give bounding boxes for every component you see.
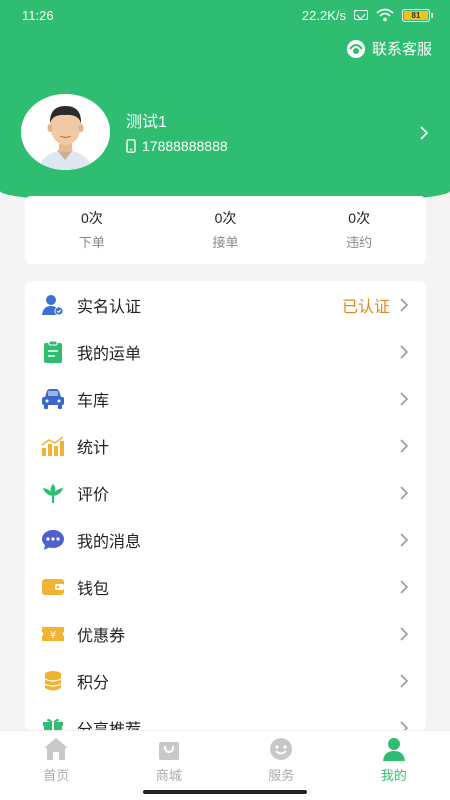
- menu-list: 实名认证 已认证 我的运单 车库 统计 评价 我的消息 钱包 ¥ 优惠券 积分 …: [25, 281, 426, 731]
- tab-label: 我的: [380, 768, 407, 783]
- status-bar: 11:26 22.2K/s 81: [0, 0, 450, 30]
- chevron-right-icon: [400, 532, 408, 547]
- chevron-right-icon: [400, 579, 408, 594]
- customer-service-label: 联系客服: [371, 41, 432, 58]
- phone-number: 17888888888: [142, 138, 228, 154]
- chevron-right-icon: [400, 720, 408, 731]
- svg-text:¥: ¥: [50, 630, 56, 641]
- stat-violations[interactable]: 0次 违约: [292, 196, 426, 264]
- profile-chevron-icon[interactable]: [420, 126, 429, 145]
- car-icon: [41, 387, 65, 411]
- stat-label: 接单: [212, 235, 239, 250]
- shopping-bag-icon: [158, 742, 179, 760]
- stat-label: 下单: [78, 235, 105, 250]
- chart-icon: [41, 434, 65, 458]
- menu-label: 实名认证: [77, 298, 142, 316]
- network-speed: 22.2K/s: [301, 7, 346, 23]
- menu-item-statistics[interactable]: 统计: [25, 422, 426, 469]
- lotus-icon: [41, 481, 65, 505]
- home-indicator[interactable]: [143, 790, 307, 794]
- stat-value: 0次: [348, 210, 371, 226]
- menu-item-share[interactable]: 分享推荐: [25, 704, 426, 731]
- menu-item-coupons[interactable]: ¥ 优惠券: [25, 610, 426, 657]
- menu-item-wallet[interactable]: 钱包: [25, 563, 426, 610]
- status-indicators: 22.2K/s 81: [301, 7, 433, 23]
- tab-home[interactable]: 首页: [0, 731, 113, 800]
- smile-icon: [270, 738, 293, 760]
- home-icon: [44, 738, 69, 760]
- menu-label: 钱包: [77, 580, 110, 598]
- tab-label: 商城: [155, 768, 182, 783]
- menu-label: 我的消息: [77, 533, 142, 551]
- menu-label: 优惠券: [77, 627, 126, 645]
- clipboard-icon: [41, 340, 65, 364]
- battery-level: 81: [411, 10, 421, 20]
- menu-label: 积分: [77, 674, 110, 692]
- chevron-right-icon: [400, 485, 408, 500]
- phone-icon: [126, 139, 136, 153]
- stat-orders[interactable]: 0次 下单: [25, 196, 159, 264]
- menu-item-my-waybills[interactable]: 我的运单: [25, 328, 426, 375]
- menu-label: 分享推荐: [77, 721, 142, 732]
- coins-icon: [41, 669, 65, 693]
- tab-label: 首页: [43, 768, 70, 783]
- chevron-right-icon: [400, 297, 408, 312]
- verified-status: 已认证: [341, 298, 390, 316]
- customer-service-icon: [346, 39, 365, 58]
- avatar[interactable]: [21, 94, 110, 170]
- wifi-icon: [376, 8, 394, 22]
- stats-card: 0次 下单 0次 接单 0次 违约: [25, 196, 426, 264]
- user-phone: 17888888888: [126, 138, 228, 154]
- user-name: 测试1: [126, 114, 167, 131]
- stat-label: 违约: [346, 235, 373, 250]
- battery-icon: 81: [402, 8, 433, 22]
- menu-item-verification[interactable]: 实名认证 已认证: [25, 281, 426, 328]
- menu-item-messages[interactable]: 我的消息: [25, 516, 426, 563]
- menu-label: 评价: [77, 486, 110, 504]
- gift-icon: [41, 716, 65, 731]
- wallet-icon: [41, 575, 65, 599]
- stat-value: 0次: [214, 210, 237, 226]
- menu-item-reviews[interactable]: 评价: [25, 469, 426, 516]
- menu-label: 统计: [77, 439, 110, 457]
- chevron-right-icon: [400, 626, 408, 641]
- coupon-icon: ¥: [41, 622, 65, 646]
- stat-value: 0次: [80, 210, 103, 226]
- chat-icon: [41, 528, 65, 552]
- menu-item-garage[interactable]: 车库: [25, 375, 426, 422]
- menu-label: 车库: [77, 392, 110, 410]
- sim-icon: [354, 10, 368, 20]
- person-icon: [382, 738, 405, 761]
- customer-service-button[interactable]: 联系客服: [346, 38, 432, 59]
- tab-label: 服务: [268, 768, 295, 783]
- menu-item-points[interactable]: 积分: [25, 657, 426, 704]
- chevron-right-icon: [400, 438, 408, 453]
- status-time: 11:26: [22, 7, 54, 23]
- verified-user-icon: [41, 293, 65, 317]
- chevron-right-icon: [400, 344, 408, 359]
- stat-accepted[interactable]: 0次 接单: [159, 196, 293, 264]
- chevron-right-icon: [400, 673, 408, 688]
- menu-label: 我的运单: [77, 345, 142, 363]
- chevron-right-icon: [400, 391, 408, 406]
- tab-mine[interactable]: 我的: [338, 731, 450, 800]
